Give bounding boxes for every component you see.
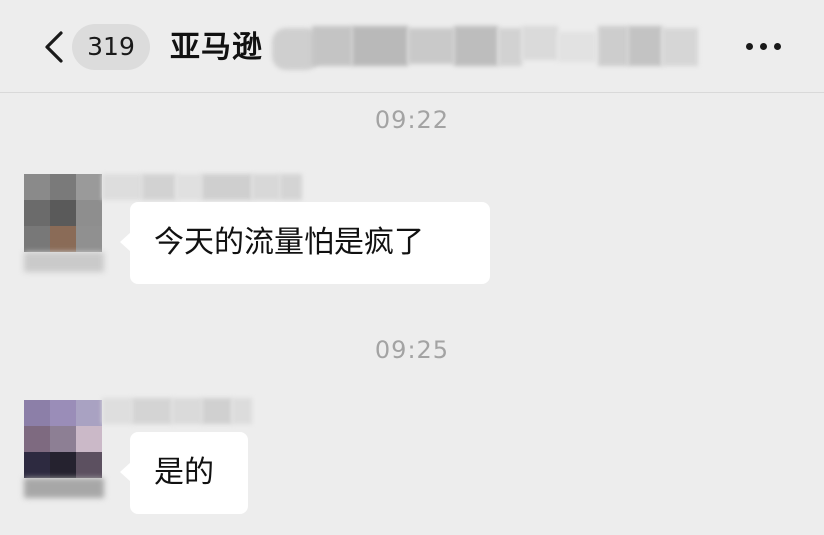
redacted-title-mosaic <box>272 22 702 72</box>
unread-count-badge[interactable]: 319 <box>72 24 150 70</box>
more-horizontal-icon[interactable] <box>744 40 784 54</box>
chat-title: 亚马逊 <box>170 30 263 65</box>
avatar[interactable] <box>24 174 104 272</box>
message-text: 是的 <box>154 455 214 490</box>
chat-header: 319 亚马逊 <box>0 0 824 93</box>
chevron-left-icon[interactable] <box>40 30 70 64</box>
chat-screen: 319 亚马逊 09:22 今天的流量怕是疯了 09:25 是的 <box>0 0 824 535</box>
sender-name-redacted <box>102 398 252 426</box>
message-timestamp: 09:25 <box>374 336 450 364</box>
message-text: 今天的流量怕是疯了 <box>154 225 424 260</box>
avatar[interactable] <box>24 400 104 498</box>
sender-name-redacted <box>102 174 302 202</box>
message-bubble[interactable]: 是的 <box>120 432 248 514</box>
message-timestamp: 09:22 <box>374 106 450 134</box>
message-bubble[interactable]: 今天的流量怕是疯了 <box>120 202 490 284</box>
